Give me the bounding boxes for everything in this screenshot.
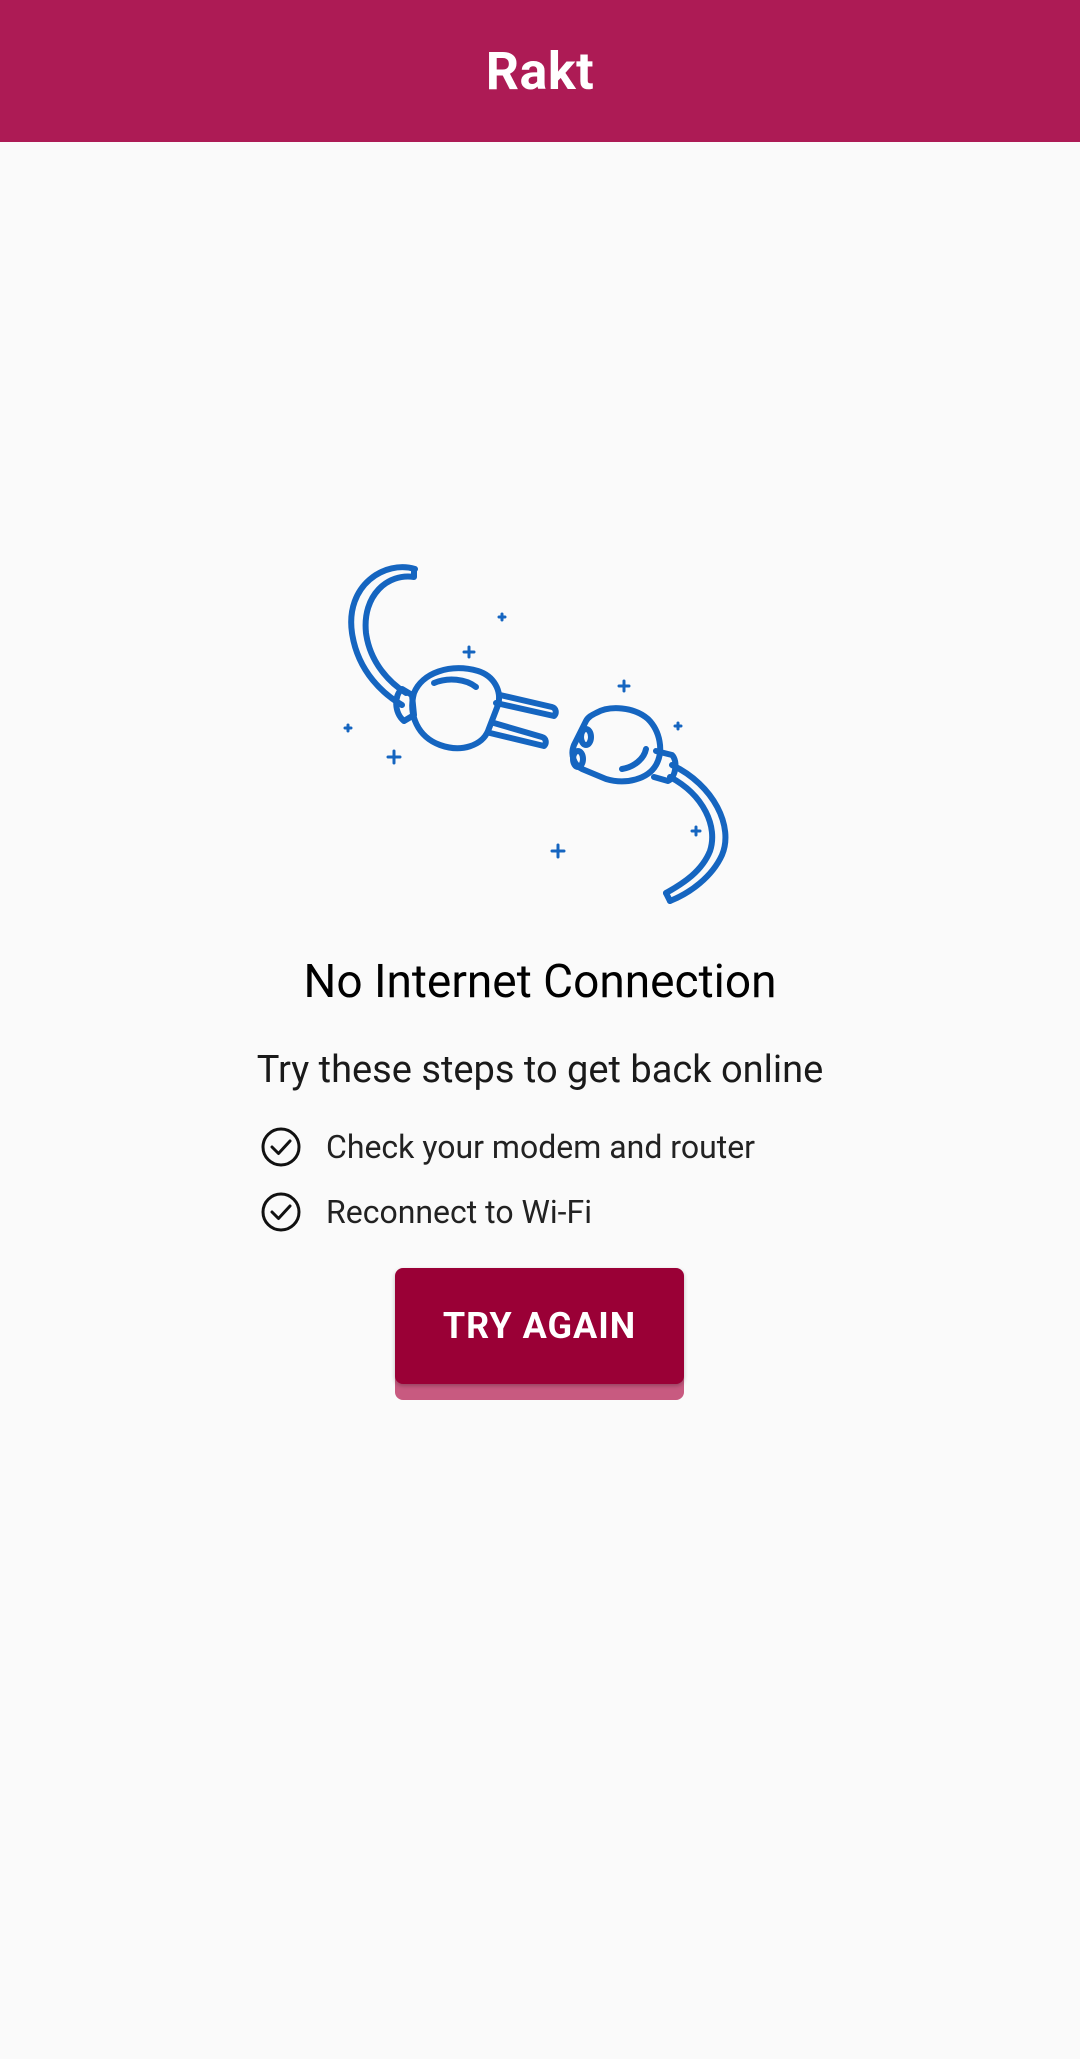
check-circle-icon	[261, 1127, 301, 1167]
instructions-subtitle: Try these steps to get back online	[256, 1048, 824, 1092]
step-label: Reconnect to Wi-Fi	[326, 1193, 592, 1231]
try-again-container: TRY AGAIN	[395, 1268, 684, 1400]
no-connection-title: No Internet Connection	[303, 955, 777, 1009]
check-circle-icon	[261, 1192, 301, 1232]
app-bar: Rakt	[0, 0, 1080, 142]
step-label: Check your modem and router	[326, 1128, 755, 1166]
step-item: Reconnect to Wi-Fi	[260, 1187, 592, 1237]
unplugged-cable-icon	[343, 564, 729, 904]
app-title: Rakt	[485, 40, 595, 102]
try-again-button[interactable]: TRY AGAIN	[395, 1268, 684, 1384]
step-item: Check your modem and router	[260, 1122, 755, 1172]
